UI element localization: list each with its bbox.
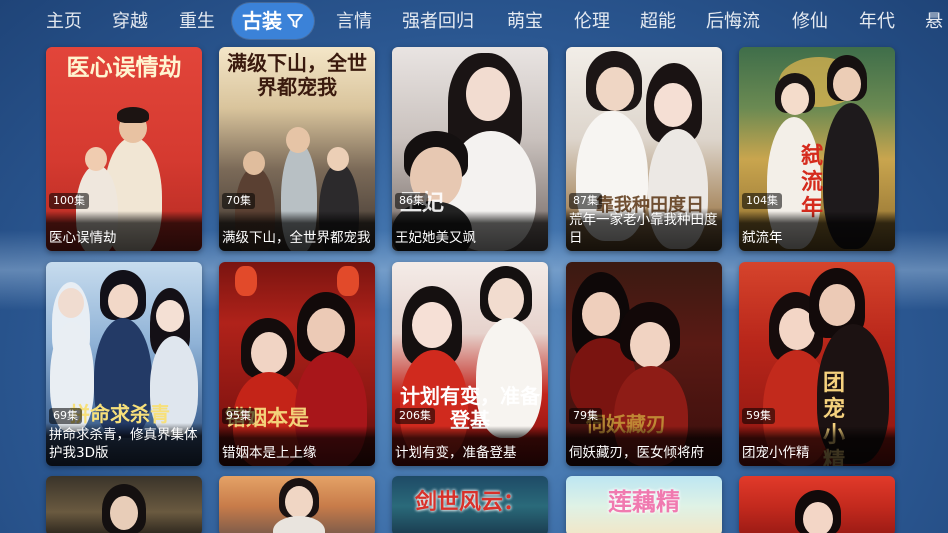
poster-figure	[58, 288, 84, 318]
lantern-icon	[235, 266, 257, 296]
poster-figure	[781, 83, 809, 115]
poster-figure	[110, 496, 138, 530]
drama-title: 医心误情劫	[46, 211, 202, 251]
drama-title: 拼命求杀青，修真界集体护我3D版	[46, 423, 202, 466]
tab-superpower[interactable]: 超能	[640, 8, 676, 36]
poster-figure	[833, 67, 861, 101]
episode-count-badge: 70集	[222, 193, 255, 209]
drama-card[interactable]: 王妃 86集 王妃她美又飒	[392, 47, 548, 251]
poster-figure	[273, 516, 325, 533]
poster-title: 满级下山，全世界都宠我	[227, 51, 367, 99]
tab-ethics[interactable]: 伦理	[574, 8, 610, 36]
poster-title: 医心误情劫	[66, 54, 182, 81]
poster-figure	[156, 300, 184, 332]
poster-figure	[596, 67, 634, 111]
poster-figure	[327, 147, 349, 171]
tab-time-travel[interactable]: 穿越	[112, 8, 148, 36]
drama-card[interactable]: 满级下山，全世界都宠我 70集 满级下山，全世界都宠我	[219, 47, 375, 251]
tab-rebirth[interactable]: 重生	[179, 8, 215, 36]
episode-count-badge: 87集	[569, 193, 602, 209]
drama-title: 弑流年	[739, 211, 895, 251]
tab-regret[interactable]: 后悔流	[706, 8, 760, 36]
poster-figure	[466, 67, 510, 121]
drama-title: 荒年一家老小靠我种田度日	[566, 208, 722, 251]
drama-card[interactable]: 剑世风云：	[392, 476, 548, 533]
tab-costume-label: 古装	[242, 9, 282, 33]
drama-card[interactable]	[46, 476, 202, 533]
tab-strong-return[interactable]: 强者回归	[402, 8, 474, 36]
poster-figure	[307, 308, 345, 352]
episode-count-badge: 100集	[49, 193, 89, 209]
poster-figure	[819, 284, 855, 326]
drama-title: 错姻本是上上缘	[219, 426, 375, 466]
poster-title: 剑世风云：	[414, 489, 525, 515]
filter-icon	[286, 5, 304, 41]
poster-figure	[117, 107, 149, 123]
poster-figure	[243, 151, 265, 175]
drama-card[interactable]: 伺妖藏刃 79集 伺妖藏刃，医女倾将府	[566, 262, 722, 466]
poster-figure	[488, 278, 524, 320]
drama-card[interactable]: 计划有变，准备登基 206集 计划有变，准备登基	[392, 262, 548, 466]
drama-card[interactable]: 弑流年 104集 弑流年	[739, 47, 895, 251]
poster-figure	[285, 486, 313, 518]
drama-card[interactable]: 靠我种田度日 87集 荒年一家老小靠我种田度日	[566, 47, 722, 251]
tab-suspense[interactable]: 悬	[925, 8, 943, 36]
drama-card[interactable]	[739, 476, 895, 533]
tab-cultivation[interactable]: 修仙	[792, 8, 828, 36]
tab-era[interactable]: 年代	[859, 8, 895, 36]
drama-card[interactable]: 拼命求杀青 69集 拼命求杀青，修真界集体护我3D版	[46, 262, 202, 466]
poster-figure	[108, 284, 138, 318]
drama-card[interactable]: 莲藕精	[566, 476, 722, 533]
poster-figure	[803, 502, 833, 533]
tab-costume[interactable]: 古装	[232, 3, 314, 39]
episode-count-badge: 104集	[742, 193, 782, 209]
drama-card[interactable]	[219, 476, 375, 533]
drama-title: 团宠小作精	[739, 426, 895, 466]
lantern-icon	[337, 266, 359, 296]
episode-count-badge: 95集	[222, 408, 255, 424]
poster-figure	[582, 292, 620, 336]
poster-figure	[251, 332, 287, 374]
episode-count-badge: 206集	[395, 408, 435, 424]
poster-figure	[412, 302, 452, 348]
drama-title: 计划有变，准备登基	[392, 426, 548, 466]
episode-count-badge: 79集	[569, 408, 602, 424]
drama-card[interactable]: 医心误情劫 100集 医心误情劫	[46, 47, 202, 251]
poster-figure	[85, 147, 107, 171]
poster-figure	[286, 127, 310, 153]
poster-figure	[630, 322, 670, 368]
poster-figure	[654, 83, 692, 127]
episode-count-badge: 69集	[49, 408, 82, 424]
episode-count-badge: 59集	[742, 408, 775, 424]
tab-romance[interactable]: 言情	[336, 8, 372, 36]
tab-cute-baby[interactable]: 萌宝	[507, 8, 543, 36]
drama-card[interactable]: 团宠小精 59集 团宠小作精	[739, 262, 895, 466]
drama-card[interactable]: 错姻本是 95集 错姻本是上上缘	[219, 262, 375, 466]
drama-title: 满级下山，全世界都宠我	[219, 211, 375, 251]
poster-title: 弑流年	[801, 143, 824, 221]
poster-title: 莲藕精	[608, 487, 680, 516]
tab-home[interactable]: 主页	[46, 8, 82, 36]
drama-title: 王妃她美又飒	[392, 211, 548, 251]
drama-title: 伺妖藏刃，医女倾将府	[566, 426, 722, 466]
category-tabs: 主页 穿越 重生 古装 言情 强者回归 萌宝 伦理 超能 后悔流 修仙 年代 悬	[0, 0, 948, 42]
episode-count-badge: 86集	[395, 193, 428, 209]
